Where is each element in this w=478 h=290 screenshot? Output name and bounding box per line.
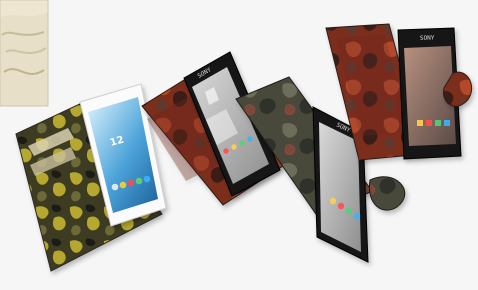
product-photo: 12 SONY SONY SONY — [0, 0, 478, 290]
brand-logo-3: SONY — [420, 34, 435, 42]
inset-texture-tile — [0, 0, 49, 107]
